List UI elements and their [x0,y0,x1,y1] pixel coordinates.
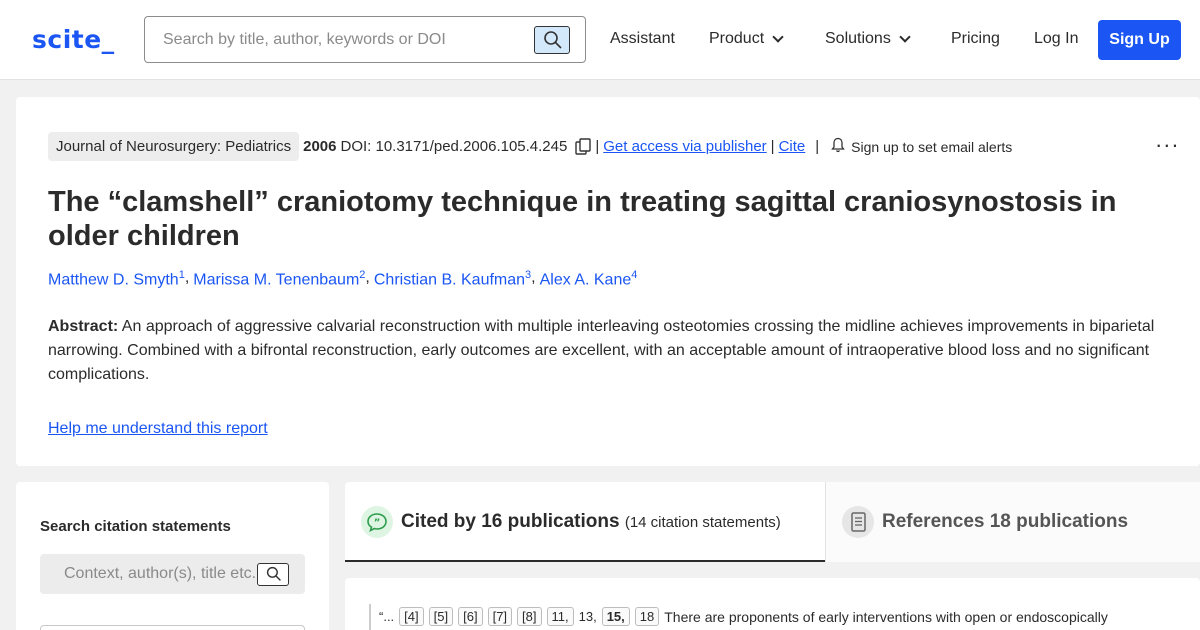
publication-year: 2006 [303,138,337,155]
author-link[interactable]: Alex A. Kane4 [540,269,638,289]
abstract-label: Abstract: [48,318,119,335]
document-icon [842,506,874,538]
get-access-link[interactable]: Get access via publisher [603,138,766,155]
bell-icon[interactable] [831,137,845,157]
quote-icon: ” [361,506,393,538]
nav-product[interactable]: Product [709,30,784,48]
reference-marker-highlighted[interactable]: 15, [601,607,630,626]
search-button[interactable] [534,26,570,54]
author-link[interactable]: Marissa M. Tenenbaum2 [193,269,365,289]
statement-lead: “... [379,609,395,624]
nav-solutions-label: Solutions [825,30,891,47]
login-link[interactable]: Log In [1034,30,1078,48]
nav-solutions[interactable]: Solutions [825,30,911,48]
login-label: Log In [1034,30,1079,47]
quote-bar [369,604,371,630]
nav-assistant[interactable]: Assistant [610,30,675,48]
author-link[interactable]: Christian B. Kaufman3 [374,269,531,289]
author-link[interactable]: Matthew D. Smyth1 [48,269,185,289]
separator: | [770,138,775,155]
statement-text: There are proponents of early interventi… [664,608,1108,625]
citation-statements-count: (14 citation statements) [624,514,781,531]
nav-product-label: Product [709,30,765,47]
search-placeholder: Search by title, author, keywords or DOI [163,31,446,48]
tab-cited-by[interactable]: ” Cited by 16 publications (14 citation … [345,482,825,562]
reference-marker[interactable]: 11, [546,607,574,626]
citation-search-button[interactable] [257,563,289,586]
paper-meta: Journal of Neurosurgery: Pediatrics 2006… [48,132,1012,161]
author-name: Christian B. Kaufman [373,271,526,289]
reference-marker[interactable]: [8] [517,607,542,626]
citation-search-title: Search citation statements [40,518,231,535]
reference-marker[interactable]: [4] [399,607,424,626]
citation-search-panel: Search citation statements Context, auth… [16,482,329,630]
search-icon [266,566,281,581]
more-icon[interactable]: ... [1156,127,1180,153]
paper-title: The “clamshell” craniotomy technique in … [48,186,1117,252]
citation-statement-card: “... [4] [5] [6] [7] [8] 11, 13, 15, 18 … [345,578,1200,630]
copy-icon[interactable] [575,137,592,156]
abstract-text: An approach of aggressive calvarial reco… [48,318,1155,383]
signup-button[interactable]: Sign Up [1098,20,1181,60]
cite-link[interactable]: Cite [779,138,806,155]
reference-marker[interactable]: 18 [634,607,660,626]
author-name: Matthew D. Smyth [48,271,179,289]
paper-card: Journal of Neurosurgery: Pediatrics 2006… [16,97,1200,466]
tab-references[interactable]: References 18 publications [825,482,1200,562]
svg-text:”: ” [374,518,381,529]
chevron-down-icon [772,30,784,43]
nav-pricing-label: Pricing [951,30,1000,47]
author-separator: , [365,269,370,286]
references-count: References 18 publications [882,511,1129,532]
citation-statement: “... [4] [5] [6] [7] [8] 11, 13, 15, 18 … [379,607,1108,626]
cited-count: Cited by 16 publications [401,511,620,532]
reference-marker[interactable]: [7] [487,607,513,626]
top-header: scite_ Search by title, author, keywords… [0,0,1200,80]
doi-text: DOI: 10.3171/ped.2006.105.4.245 [340,138,568,155]
separator: | [595,138,600,155]
author-name: Alex A. Kane [539,271,632,289]
nav-pricing[interactable]: Pricing [951,30,1000,48]
reference-marker: 13, [578,609,597,624]
journal-badge[interactable]: Journal of Neurosurgery: Pediatrics [48,132,300,161]
search-input[interactable]: Search by title, author, keywords or DOI [144,16,586,63]
search-icon [544,31,562,49]
help-understand-link[interactable]: Help me understand this report [48,420,268,438]
filter-box[interactable] [40,625,305,630]
separator: | [815,138,820,155]
reference-marker[interactable]: [5] [428,607,454,626]
author-separator: , [184,269,190,286]
author-list: Matthew D. Smyth1, Marissa M. Tenenbaum2… [48,269,637,289]
scite-logo[interactable]: scite_ [32,25,115,54]
reference-marker[interactable]: [6] [458,607,483,626]
citation-search-placeholder: Context, author(s), title etc. [64,565,257,582]
citation-tabs: ” Cited by 16 publications (14 citation … [345,482,1200,562]
tab-cited-label: Cited by 16 publications (14 citation st… [401,511,781,533]
abstract: Abstract: An approach of aggressive calv… [48,315,1178,387]
citation-search-input[interactable]: Context, author(s), title etc. [40,554,305,594]
author-affiliation: 4 [631,269,638,281]
author-separator: , [531,269,536,286]
nav-assistant-label: Assistant [610,30,675,47]
chevron-down-icon [899,30,911,43]
author-name: Marissa M. Tenenbaum [193,271,360,289]
email-alerts-link[interactable]: Sign up to set email alerts [851,139,1012,155]
